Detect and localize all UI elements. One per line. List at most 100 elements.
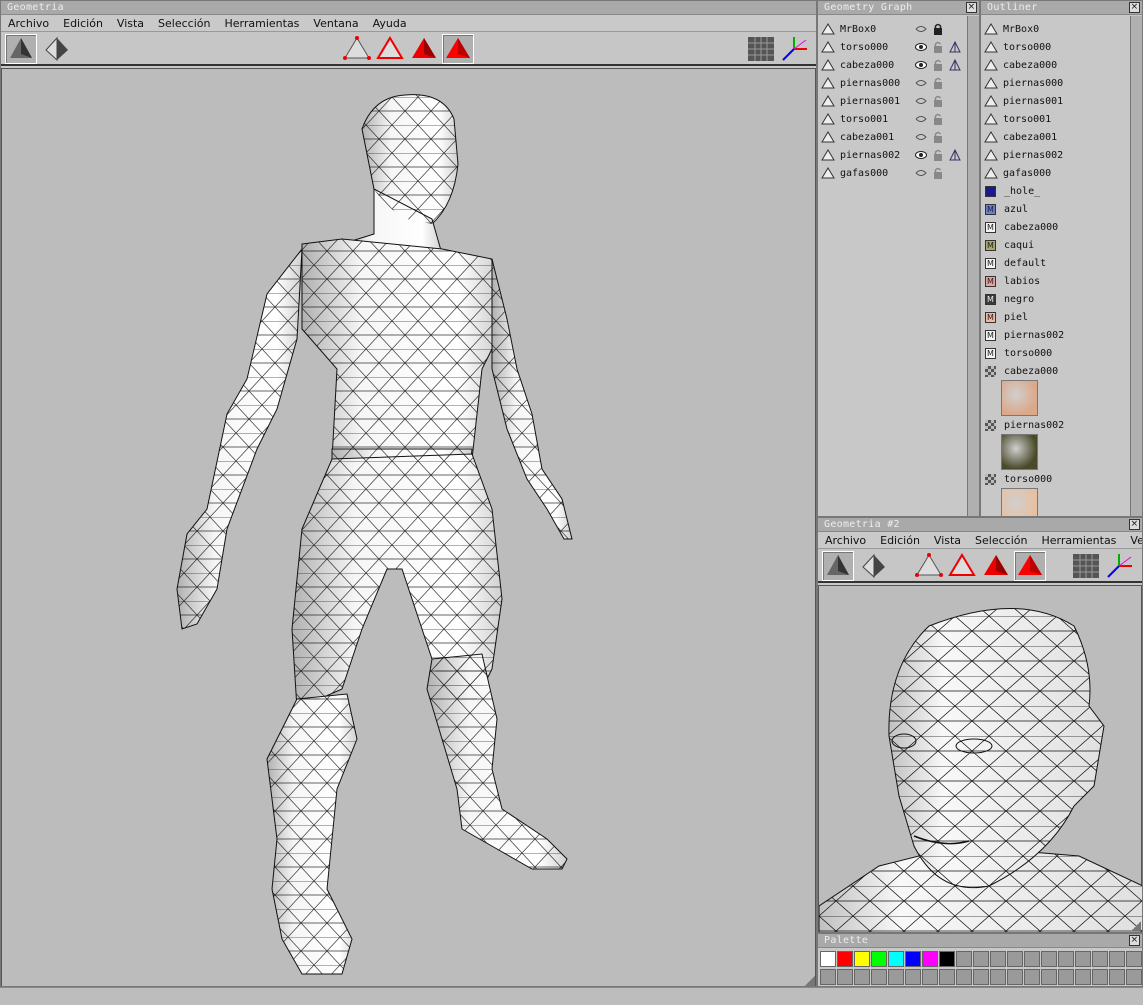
palette-swatch[interactable] — [820, 951, 836, 967]
outliner-material-row[interactable]: _hole_ — [981, 182, 1129, 200]
palette-swatch[interactable] — [871, 951, 887, 967]
geometry-graph-row[interactable]: cabeza000 — [818, 56, 966, 74]
palette-swatch[interactable] — [837, 969, 853, 985]
outliner-titlebar[interactable]: Outliner × — [981, 1, 1142, 15]
menu-edicion[interactable]: Edición — [873, 534, 927, 547]
solid-shading-button[interactable] — [5, 34, 37, 64]
menu-herramientas[interactable]: Herramientas — [1034, 534, 1123, 547]
outliner-texture-row[interactable]: piernas002 — [981, 416, 1129, 434]
palette-swatch[interactable] — [1092, 969, 1108, 985]
select-faces-button[interactable] — [980, 551, 1012, 581]
outliner-material-row[interactable]: Mnegro — [981, 290, 1129, 308]
palette-swatch[interactable] — [837, 951, 853, 967]
outliner-geometry-row[interactable]: torso000 — [981, 38, 1129, 56]
palette-swatch[interactable] — [1041, 951, 1057, 967]
palette-swatch[interactable] — [854, 969, 870, 985]
geometry-graph-row[interactable]: gafas000 — [818, 164, 966, 182]
outliner-geometry-row[interactable]: piernas001 — [981, 92, 1129, 110]
outliner-material-row[interactable]: Mtorso000 — [981, 344, 1129, 362]
grid-toggle-button[interactable] — [745, 34, 777, 64]
outliner-scrollbar[interactable] — [1130, 16, 1142, 516]
palette-swatch[interactable] — [820, 969, 836, 985]
menu-ventana[interactable]: Ventana — [306, 17, 365, 30]
outliner-material-row[interactable]: Mdefault — [981, 254, 1129, 272]
eye-closed-icon[interactable] — [915, 95, 927, 107]
geometry-graph-row[interactable]: piernas000 — [818, 74, 966, 92]
palette-swatch[interactable] — [1126, 969, 1142, 985]
geometry-graph-scrollbar[interactable] — [967, 16, 979, 516]
palette-swatch[interactable] — [1024, 951, 1040, 967]
menu-vista[interactable]: Vista — [110, 17, 151, 30]
geometry-graph-row[interactable]: torso000 — [818, 38, 966, 56]
palette-swatch[interactable] — [1126, 951, 1142, 967]
axes-toggle-button[interactable] — [778, 34, 810, 64]
eye-icon[interactable] — [915, 41, 927, 53]
texture-thumbnail[interactable] — [1001, 380, 1038, 416]
unlock-icon[interactable] — [932, 95, 944, 107]
palette-swatch[interactable] — [1109, 969, 1125, 985]
select-edges-button[interactable] — [374, 34, 406, 64]
geometry-graph-row[interactable]: piernas002 — [818, 146, 966, 164]
palette-swatch[interactable] — [1092, 951, 1108, 967]
eye-closed-icon[interactable] — [915, 113, 927, 125]
eye-icon[interactable] — [915, 149, 927, 161]
outliner-geometry-row[interactable]: cabeza000 — [981, 56, 1129, 74]
outliner-material-row[interactable]: Mpiernas002 — [981, 326, 1129, 344]
menu-seleccion[interactable]: Selección — [151, 17, 217, 30]
geometry-graph-row[interactable]: torso001 — [818, 110, 966, 128]
wireframe-toggle-icon[interactable] — [949, 59, 961, 71]
unlock-icon[interactable] — [932, 167, 944, 179]
palette-swatch[interactable] — [1075, 969, 1091, 985]
outliner-texture-row[interactable]: torso000 — [981, 470, 1129, 488]
unlock-icon[interactable] — [932, 59, 944, 71]
menu-archivo[interactable]: Archivo — [818, 534, 873, 547]
eye-closed-icon[interactable] — [915, 131, 927, 143]
menu-herramientas[interactable]: Herramientas — [217, 17, 306, 30]
eye-closed-icon[interactable] — [915, 77, 927, 89]
palette-swatch[interactable] — [973, 951, 989, 967]
main-3d-viewport[interactable] — [1, 68, 816, 986]
select-vertices-button[interactable] — [913, 551, 945, 581]
lock-icon[interactable] — [932, 23, 944, 35]
menu-edicion[interactable]: Edición — [56, 17, 110, 30]
palette-swatch[interactable] — [871, 969, 887, 985]
unlock-icon[interactable] — [932, 131, 944, 143]
palette-swatch[interactable] — [1075, 951, 1091, 967]
select-faces-button[interactable] — [408, 34, 440, 64]
select-objects-button[interactable] — [1014, 551, 1046, 581]
palette-swatch[interactable] — [939, 951, 955, 967]
axes-toggle-button[interactable] — [1103, 551, 1135, 581]
flat-shading-button[interactable] — [41, 34, 73, 64]
palette-swatch[interactable] — [973, 969, 989, 985]
select-vertices-button[interactable] — [341, 34, 373, 64]
unlock-icon[interactable] — [932, 113, 944, 125]
geometry-graph-row[interactable]: MrBox0 — [818, 20, 966, 38]
outliner-texture-row[interactable]: cabeza000 — [981, 362, 1129, 380]
palette-swatch[interactable] — [1007, 951, 1023, 967]
close-icon[interactable]: × — [1129, 935, 1140, 946]
geometry-graph-row[interactable]: cabeza001 — [818, 128, 966, 146]
unlock-icon[interactable] — [932, 41, 944, 53]
palette-swatch[interactable] — [956, 951, 972, 967]
geometry-graph-row[interactable]: piernas001 — [818, 92, 966, 110]
palette-swatch[interactable] — [922, 951, 938, 967]
solid-shading-button[interactable] — [822, 551, 854, 581]
outliner-material-row[interactable]: Mazul — [981, 200, 1129, 218]
outliner-material-row[interactable]: Mcabeza000 — [981, 218, 1129, 236]
outliner-geometry-row[interactable]: torso001 — [981, 110, 1129, 128]
palette-swatch[interactable] — [939, 969, 955, 985]
outliner-material-row[interactable]: Mlabios — [981, 272, 1129, 290]
palette-swatch[interactable] — [1058, 951, 1074, 967]
close-icon[interactable]: × — [1129, 2, 1140, 13]
outliner-geometry-row[interactable]: piernas002 — [981, 146, 1129, 164]
palette-swatch[interactable] — [1109, 951, 1125, 967]
unlock-icon[interactable] — [932, 77, 944, 89]
eye-closed-icon[interactable] — [915, 167, 927, 179]
close-icon[interactable]: × — [1129, 519, 1140, 530]
unlock-icon[interactable] — [932, 149, 944, 161]
eye-icon[interactable] — [915, 59, 927, 71]
outliner-geometry-row[interactable]: cabeza001 — [981, 128, 1129, 146]
outliner-material-row[interactable]: Mpiel — [981, 308, 1129, 326]
palette-swatch[interactable] — [905, 951, 921, 967]
eye-closed-icon[interactable] — [915, 23, 927, 35]
